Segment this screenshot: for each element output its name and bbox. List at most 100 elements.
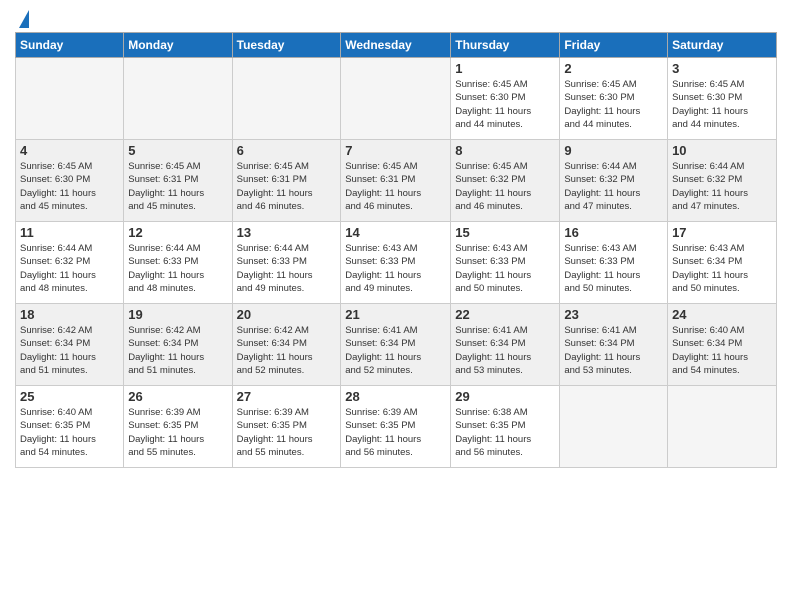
day-number: 25 xyxy=(20,389,119,404)
calendar-cell xyxy=(668,386,777,468)
day-info: Sunrise: 6:45 AM Sunset: 6:32 PM Dayligh… xyxy=(455,160,555,213)
day-number: 14 xyxy=(345,225,446,240)
weekday-header-tuesday: Tuesday xyxy=(232,33,341,58)
calendar-cell: 25Sunrise: 6:40 AM Sunset: 6:35 PM Dayli… xyxy=(16,386,124,468)
calendar-cell xyxy=(232,58,341,140)
day-number: 26 xyxy=(128,389,227,404)
day-number: 6 xyxy=(237,143,337,158)
calendar-cell: 5 Sunrise: 6:45 AM Sunset: 6:31 PM Daylig… xyxy=(124,140,232,222)
day-number: 7 xyxy=(345,143,446,158)
calendar-cell: 15 Sunrise: 6:43 AM Sunset: 6:33 PM Dayli… xyxy=(451,222,560,304)
day-info: Sunrise: 6:45 AM Sunset: 6:31 PM Dayligh… xyxy=(345,160,446,213)
day-number: 17 xyxy=(672,225,772,240)
calendar-cell: 2 Sunrise: 6:45 AM Sunset: 6:30 PM Daylig… xyxy=(560,58,668,140)
day-number: 1 xyxy=(455,61,555,76)
calendar-table: SundayMondayTuesdayWednesdayThursdayFrid… xyxy=(15,32,777,468)
day-info: Sunrise: 6:43 AM Sunset: 6:33 PM Dayligh… xyxy=(564,242,663,295)
day-info: Sunrise: 6:44 AM Sunset: 6:33 PM Dayligh… xyxy=(237,242,337,295)
day-number: 15 xyxy=(455,225,555,240)
calendar-cell: 19 Sunrise: 6:42 AM Sunset: 6:34 PM Dayli… xyxy=(124,304,232,386)
calendar-cell: 27 Sunrise: 6:39 AM Sunset: 6:35 PM Dayli… xyxy=(232,386,341,468)
day-info: Sunrise: 6:44 AM Sunset: 6:32 PM Dayligh… xyxy=(20,242,119,295)
day-number: 2 xyxy=(564,61,663,76)
day-info: Sunrise: 6:42 AM Sunset: 6:34 PM Dayligh… xyxy=(237,324,337,377)
day-info: Sunrise: 6:39 AM Sunset: 6:35 PM Dayligh… xyxy=(237,406,337,459)
day-number: 20 xyxy=(237,307,337,322)
calendar-cell: 6 Sunrise: 6:45 AM Sunset: 6:31 PM Daylig… xyxy=(232,140,341,222)
weekday-header-thursday: Thursday xyxy=(451,33,560,58)
calendar-cell: 14 Sunrise: 6:43 AM Sunset: 6:33 PM Dayli… xyxy=(341,222,451,304)
day-info: Sunrise: 6:44 AM Sunset: 6:33 PM Dayligh… xyxy=(128,242,227,295)
day-number: 5 xyxy=(128,143,227,158)
day-number: 3 xyxy=(672,61,772,76)
day-info: Sunrise: 6:41 AM Sunset: 6:34 PM Dayligh… xyxy=(564,324,663,377)
day-number: 29 xyxy=(455,389,555,404)
page: SundayMondayTuesdayWednesdayThursdayFrid… xyxy=(0,0,792,612)
day-number: 27 xyxy=(237,389,337,404)
day-info: Sunrise: 6:43 AM Sunset: 6:33 PM Dayligh… xyxy=(345,242,446,295)
day-info: Sunrise: 6:45 AM Sunset: 6:30 PM Dayligh… xyxy=(672,78,772,131)
calendar-cell: 16 Sunrise: 6:43 AM Sunset: 6:33 PM Dayli… xyxy=(560,222,668,304)
day-info: Sunrise: 6:43 AM Sunset: 6:34 PM Dayligh… xyxy=(672,242,772,295)
calendar-cell: 28 Sunrise: 6:39 AM Sunset: 6:35 PM Dayli… xyxy=(341,386,451,468)
calendar-cell xyxy=(124,58,232,140)
day-info: Sunrise: 6:40 AM Sunset: 6:34 PM Dayligh… xyxy=(672,324,772,377)
day-info: Sunrise: 6:42 AM Sunset: 6:34 PM Dayligh… xyxy=(20,324,119,377)
logo-icon xyxy=(19,10,29,28)
day-number: 19 xyxy=(128,307,227,322)
calendar-cell: 21 Sunrise: 6:41 AM Sunset: 6:34 PM Dayli… xyxy=(341,304,451,386)
day-number: 10 xyxy=(672,143,772,158)
logo-area xyxy=(15,10,29,24)
day-info: Sunrise: 6:42 AM Sunset: 6:34 PM Dayligh… xyxy=(128,324,227,377)
day-info: Sunrise: 6:41 AM Sunset: 6:34 PM Dayligh… xyxy=(455,324,555,377)
calendar-cell: 24Sunrise: 6:40 AM Sunset: 6:34 PM Dayli… xyxy=(668,304,777,386)
day-number: 23 xyxy=(564,307,663,322)
week-row-4: 18 Sunrise: 6:42 AM Sunset: 6:34 PM Dayli… xyxy=(16,304,777,386)
calendar-cell: 20 Sunrise: 6:42 AM Sunset: 6:34 PM Dayli… xyxy=(232,304,341,386)
weekday-header-friday: Friday xyxy=(560,33,668,58)
calendar-cell: 23 Sunrise: 6:41 AM Sunset: 6:34 PM Dayli… xyxy=(560,304,668,386)
calendar-cell: 12 Sunrise: 6:44 AM Sunset: 6:33 PM Dayli… xyxy=(124,222,232,304)
calendar-cell: 22 Sunrise: 6:41 AM Sunset: 6:34 PM Dayli… xyxy=(451,304,560,386)
calendar-cell: 7 Sunrise: 6:45 AM Sunset: 6:31 PM Daylig… xyxy=(341,140,451,222)
day-number: 8 xyxy=(455,143,555,158)
day-info: Sunrise: 6:45 AM Sunset: 6:31 PM Dayligh… xyxy=(237,160,337,213)
day-info: Sunrise: 6:39 AM Sunset: 6:35 PM Dayligh… xyxy=(345,406,446,459)
day-number: 4 xyxy=(20,143,119,158)
calendar-cell: 29Sunrise: 6:38 AM Sunset: 6:35 PM Dayli… xyxy=(451,386,560,468)
day-info: Sunrise: 6:45 AM Sunset: 6:30 PM Dayligh… xyxy=(455,78,555,131)
day-number: 22 xyxy=(455,307,555,322)
calendar-cell xyxy=(341,58,451,140)
calendar-cell: 26 Sunrise: 6:39 AM Sunset: 6:35 PM Dayli… xyxy=(124,386,232,468)
day-number: 16 xyxy=(564,225,663,240)
calendar-cell: 18 Sunrise: 6:42 AM Sunset: 6:34 PM Dayli… xyxy=(16,304,124,386)
day-number: 21 xyxy=(345,307,446,322)
calendar-cell: 4 Sunrise: 6:45 AM Sunset: 6:30 PM Daylig… xyxy=(16,140,124,222)
calendar-cell: 1 Sunrise: 6:45 AM Sunset: 6:30 PM Daylig… xyxy=(451,58,560,140)
day-info: Sunrise: 6:41 AM Sunset: 6:34 PM Dayligh… xyxy=(345,324,446,377)
day-info: Sunrise: 6:44 AM Sunset: 6:32 PM Dayligh… xyxy=(672,160,772,213)
day-info: Sunrise: 6:43 AM Sunset: 6:33 PM Dayligh… xyxy=(455,242,555,295)
day-info: Sunrise: 6:45 AM Sunset: 6:31 PM Dayligh… xyxy=(128,160,227,213)
day-info: Sunrise: 6:45 AM Sunset: 6:30 PM Dayligh… xyxy=(564,78,663,131)
weekday-header-monday: Monday xyxy=(124,33,232,58)
week-row-1: 1 Sunrise: 6:45 AM Sunset: 6:30 PM Daylig… xyxy=(16,58,777,140)
day-info: Sunrise: 6:39 AM Sunset: 6:35 PM Dayligh… xyxy=(128,406,227,459)
day-number: 9 xyxy=(564,143,663,158)
weekday-header-sunday: Sunday xyxy=(16,33,124,58)
day-info: Sunrise: 6:45 AM Sunset: 6:30 PM Dayligh… xyxy=(20,160,119,213)
calendar-cell: 3 Sunrise: 6:45 AM Sunset: 6:30 PM Daylig… xyxy=(668,58,777,140)
weekday-header-wednesday: Wednesday xyxy=(341,33,451,58)
week-row-3: 11Sunrise: 6:44 AM Sunset: 6:32 PM Dayli… xyxy=(16,222,777,304)
weekday-header-saturday: Saturday xyxy=(668,33,777,58)
day-number: 18 xyxy=(20,307,119,322)
week-row-2: 4 Sunrise: 6:45 AM Sunset: 6:30 PM Daylig… xyxy=(16,140,777,222)
calendar-cell: 17 Sunrise: 6:43 AM Sunset: 6:34 PM Dayli… xyxy=(668,222,777,304)
weekday-header-row: SundayMondayTuesdayWednesdayThursdayFrid… xyxy=(16,33,777,58)
week-row-5: 25Sunrise: 6:40 AM Sunset: 6:35 PM Dayli… xyxy=(16,386,777,468)
day-number: 28 xyxy=(345,389,446,404)
calendar-cell: 13Sunrise: 6:44 AM Sunset: 6:33 PM Dayli… xyxy=(232,222,341,304)
calendar-cell xyxy=(16,58,124,140)
day-number: 12 xyxy=(128,225,227,240)
calendar-cell xyxy=(560,386,668,468)
